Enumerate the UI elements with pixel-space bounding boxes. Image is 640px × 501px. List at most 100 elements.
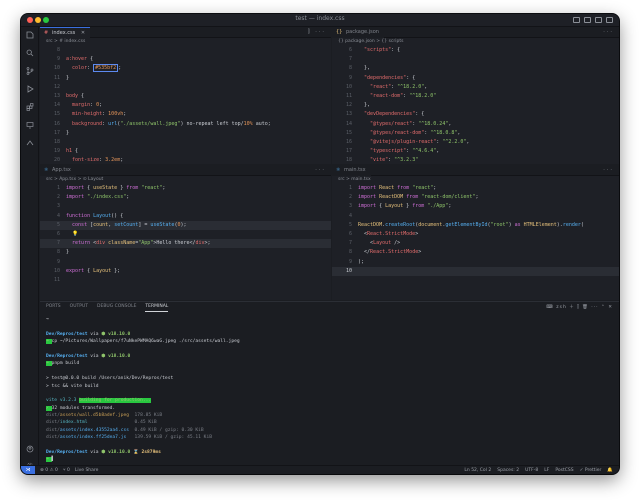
code-line[interactable]: 11 — [40, 276, 331, 285]
code-line[interactable]: 1 import { useState } from "react"; — [40, 184, 331, 193]
code-line[interactable]: 9 "dependencies": { — [332, 74, 619, 83]
code-area[interactable]: 8 9 a:hover {10 color: #535bf2; 11} 12 13 body… — [40, 46, 331, 164]
code-line[interactable]: 10 export { Layout }; — [40, 267, 331, 276]
more-icon[interactable]: ··· — [591, 305, 598, 310]
breadcrumb[interactable]: src > App.tsx > ⊙ Layout — [46, 177, 103, 182]
tab-index-css[interactable]: # index.css ✕ — [40, 27, 91, 38]
code-line[interactable]: 8} — [40, 248, 331, 257]
code-line[interactable]: 6 <React.StrictMode> — [332, 230, 619, 239]
code-line[interactable]: 7 — [332, 55, 619, 64]
editor-actions[interactable]: ··· — [603, 165, 614, 176]
code-area[interactable]: 1 import { useState } from "react"; 2 impor… — [40, 184, 331, 300]
code-line[interactable]: 11 "react-dom": "^18.2.0" — [332, 92, 619, 101]
code-line[interactable]: 9); — [332, 258, 619, 267]
code-area[interactable]: 6 "scripts": {7 8 }, 9 "dependencies": {10… — [332, 46, 619, 164]
new-terminal-icon[interactable]: ＋ — [569, 305, 575, 310]
ports-indicator[interactable]: ⑂ 0 — [63, 466, 70, 474]
breadcrumb[interactable]: src > main.tsx — [338, 177, 371, 182]
maximize-panel-icon[interactable]: ⌃ — [601, 305, 606, 310]
search-icon[interactable] — [26, 49, 34, 57]
explorer-icon[interactable] — [26, 31, 34, 39]
code-line[interactable]: 10 — [332, 266, 619, 276]
code-line[interactable]: 2 import ReactDOM from "react-dom/client"… — [332, 193, 619, 202]
code-line[interactable]: 10 "react": "^18.2.0", — [332, 83, 619, 92]
breadcrumb[interactable]: {} package.json > {} scripts — [338, 39, 403, 44]
run-debug-icon[interactable] — [26, 85, 34, 93]
trash-icon[interactable]: 🗑 — [582, 305, 589, 310]
code-line[interactable]: 13 "devDependencies": { — [332, 110, 619, 119]
code-line[interactable]: 2 import "./index.css"; — [40, 193, 331, 202]
code-line[interactable]: 1 import React from "react"; — [332, 184, 619, 193]
code-line[interactable]: 13 body { — [40, 92, 331, 101]
code-line[interactable]: 16 "@vitejs/plugin-react": "^2.2.0", — [332, 138, 619, 147]
split-terminal-icon[interactable]: ⫿ — [577, 305, 579, 310]
close-panel-icon[interactable]: ✕ — [608, 305, 613, 310]
code-line[interactable]: 4 function Layout() { — [40, 212, 331, 221]
panel-tab-ports[interactable]: PORTS — [46, 304, 61, 312]
problems-indicator[interactable]: ⊗ 0 ⚠ 0 — [40, 466, 58, 474]
code-line[interactable]: 3 — [40, 202, 331, 211]
panel-tab-terminal[interactable]: TERMINAL — [145, 304, 169, 312]
close-tab-icon[interactable]: ✕ — [81, 30, 85, 36]
code-line[interactable]: 9 — [40, 258, 331, 267]
code-line[interactable]: 20 font-size: 3.2em; — [40, 156, 331, 164]
language-mode[interactable]: PostCSS — [555, 468, 573, 473]
tab-app-tsx[interactable]: ⚛ App.tsx — [40, 165, 76, 176]
code-line[interactable]: 6 "scripts": { — [332, 46, 619, 55]
extensions-icon[interactable] — [26, 103, 34, 111]
live-share-button[interactable]: Live Share — [75, 466, 99, 474]
code-line[interactable]: 12 — [40, 83, 331, 92]
code-line[interactable]: 4 — [332, 212, 619, 221]
terminal-output[interactable]: → Dev/Repros/test via ⬢ v18.10.0 ➜ cp ~/Pi… — [46, 316, 609, 464]
code-line[interactable]: 6 💡 — [40, 230, 331, 239]
editor-actions[interactable]: ··· — [315, 165, 326, 176]
cursor-position[interactable]: Ln 52, Col 2 — [464, 468, 491, 473]
code-line[interactable]: 5 const [count, setCount] = useState(0); — [40, 220, 331, 230]
source-control-icon[interactable] — [26, 67, 34, 75]
breadcrumb[interactable]: src > # index.css — [46, 39, 85, 44]
tab-package-json[interactable]: {} package.json — [332, 27, 384, 38]
tab-main-tsx[interactable]: ⚛ main.tsx — [332, 165, 371, 176]
notifications-bell-icon[interactable]: 🔔 — [607, 468, 613, 473]
code-area[interactable]: 1 import React from "react"; 2 import React… — [332, 184, 619, 300]
code-line[interactable]: 17} — [40, 129, 331, 138]
code-line[interactable]: 3 import { Layout } from "./App"; — [332, 202, 619, 211]
toggle-sidebar-icon[interactable] — [573, 17, 580, 23]
code-line[interactable]: 19 h1 { — [40, 147, 331, 156]
code-line[interactable]: 7 return <div className="App">Hello ther… — [40, 239, 331, 249]
end-of-line[interactable]: LF — [544, 468, 549, 473]
toggle-panel-icon[interactable] — [584, 17, 591, 23]
indentation[interactable]: Spaces: 2 — [497, 468, 519, 473]
editor-actions[interactable]: ⫿ ··· — [308, 27, 326, 38]
terminal-actions[interactable]: ⌨ zsh ＋ ⫿ 🗑 ··· ⌃ ✕ — [546, 304, 613, 310]
code-line[interactable]: 7 <Layout /> — [332, 239, 619, 248]
prettier-status[interactable]: ✓ Prettier — [580, 468, 602, 473]
remote-explorer-icon[interactable] — [26, 121, 34, 129]
code-line[interactable]: 14 "@types/react": "^18.0.24", — [332, 120, 619, 129]
code-line[interactable]: 18 "vite": "^3.2.3" — [332, 156, 619, 164]
encoding[interactable]: UTF-8 — [525, 468, 538, 473]
remote-indicator-button[interactable]: ⋊ — [21, 466, 35, 474]
editor-actions[interactable]: ··· — [603, 27, 614, 38]
panel-tab-output[interactable]: OUTPUT — [70, 304, 88, 312]
code-line[interactable]: 16 background: url("./assets/wall.jpeg")… — [40, 120, 331, 129]
code-line[interactable]: 15 min-height: 100vh; — [40, 110, 331, 119]
code-line[interactable]: 15 "@types/react-dom": "^18.0.8", — [332, 129, 619, 138]
customize-layout-icon[interactable] — [606, 17, 613, 23]
panel-tab-debug-console[interactable]: DEBUG CONSOLE — [97, 304, 136, 312]
code-line[interactable]: 8 }, — [332, 64, 619, 73]
toggle-secondary-sidebar-icon[interactable] — [595, 17, 602, 23]
code-line[interactable]: 10 color: #535bf2; — [40, 64, 331, 73]
code-line[interactable]: 8 </React.StrictMode> — [332, 248, 619, 257]
code-line[interactable]: 11} — [40, 74, 331, 83]
code-line[interactable]: 8 — [40, 46, 331, 55]
code-line[interactable]: 5 ReactDOM.createRoot(document.getElement… — [332, 221, 619, 230]
code-line[interactable]: 17 "typescript": "^4.6.4", — [332, 147, 619, 156]
code-line[interactable]: 18 — [40, 138, 331, 147]
live-share-icon[interactable] — [26, 139, 34, 147]
account-icon[interactable] — [26, 445, 34, 453]
code-line[interactable]: 9 a:hover { — [40, 55, 331, 64]
code-line[interactable]: 14 margin: 0; — [40, 101, 331, 110]
line-number: 8 — [348, 249, 352, 256]
code-line[interactable]: 12 }, — [332, 101, 619, 110]
